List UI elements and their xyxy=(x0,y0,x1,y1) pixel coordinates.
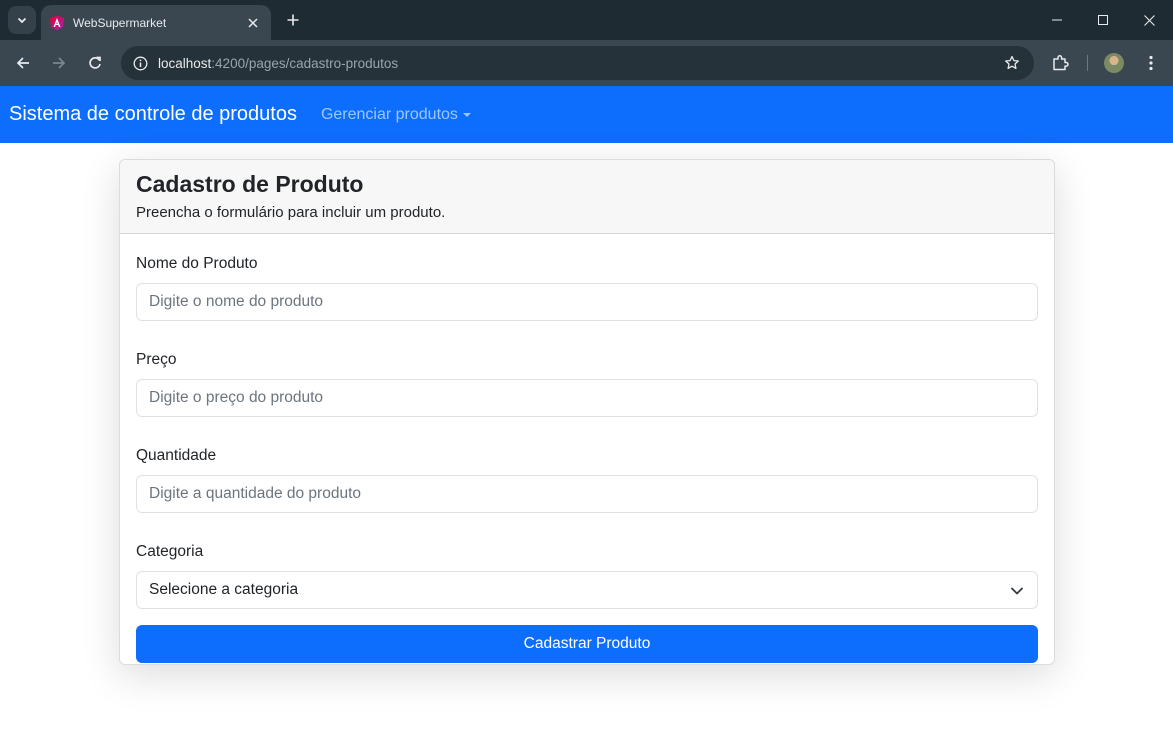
card-body: Nome do Produto Preço Quantidade Categor… xyxy=(120,234,1054,663)
name-label: Nome do Produto xyxy=(136,255,258,272)
address-bar[interactable]: localhost:4200/pages/cadastro-produtos xyxy=(121,46,1034,80)
tab-search-button[interactable] xyxy=(8,6,36,34)
angular-favicon-icon xyxy=(50,15,64,30)
product-form-card: Cadastro de Produto Preencha o formulári… xyxy=(119,159,1055,665)
extensions-icon xyxy=(1053,54,1069,71)
browser-titlebar: WebSupermarket xyxy=(0,0,1173,40)
caret-down-icon xyxy=(462,113,471,117)
minimize-icon xyxy=(1052,19,1062,21)
tab-title: WebSupermarket xyxy=(73,15,167,30)
plus-icon xyxy=(287,14,299,26)
quantity-field-group: Quantidade xyxy=(136,446,1038,513)
name-field-group: Nome do Produto xyxy=(136,254,1038,321)
forward-icon xyxy=(53,57,66,69)
category-selected-value: Selecione a categoria xyxy=(149,581,299,598)
reload-icon xyxy=(89,56,101,69)
chevron-down-icon xyxy=(1011,587,1023,595)
quantity-label: Quantidade xyxy=(136,447,217,464)
browser-menu-button[interactable] xyxy=(1141,51,1161,75)
reload-button[interactable] xyxy=(82,50,108,76)
minimize-button[interactable] xyxy=(1034,0,1080,40)
product-quantity-input[interactable] xyxy=(136,475,1038,513)
category-field-group: Categoria Selecione a categoria xyxy=(136,542,1038,609)
back-icon xyxy=(16,57,29,69)
card-header: Cadastro de Produto Preencha o formulári… xyxy=(120,160,1054,234)
category-select[interactable]: Selecione a categoria xyxy=(136,571,1038,609)
url-text: localhost:4200/pages/cadastro-produtos xyxy=(158,56,398,71)
toolbar-separator xyxy=(1087,55,1088,71)
star-icon xyxy=(1005,55,1019,70)
new-tab-button[interactable] xyxy=(282,9,304,31)
product-price-input[interactable] xyxy=(136,379,1038,417)
info-icon xyxy=(133,56,147,70)
category-label: Categoria xyxy=(136,543,204,560)
close-icon[interactable] xyxy=(245,15,261,31)
forward-button[interactable] xyxy=(46,50,72,76)
manage-products-dropdown[interactable]: Gerenciar produtos xyxy=(321,106,471,124)
url-path: :4200/pages/cadastro-produtos xyxy=(211,55,399,71)
maximize-button[interactable] xyxy=(1080,0,1126,40)
profile-avatar[interactable] xyxy=(1104,53,1124,73)
maximize-icon xyxy=(1098,15,1108,25)
browser-tab[interactable]: WebSupermarket xyxy=(41,5,271,40)
close-window-button[interactable] xyxy=(1126,0,1172,40)
more-icon xyxy=(1149,55,1153,71)
price-label: Preço xyxy=(136,351,177,368)
product-name-input[interactable] xyxy=(136,283,1038,321)
card-title: Cadastro de Produto xyxy=(136,171,364,197)
price-field-group: Preço xyxy=(136,350,1038,417)
chevron-down-icon xyxy=(17,17,27,24)
card-subtitle: Preencha o formulário para incluir um pr… xyxy=(136,204,446,221)
app-navbar: Sistema de controle de produtos Gerencia… xyxy=(0,86,1173,143)
page-viewport: Sistema de controle de produtos Gerencia… xyxy=(0,86,1173,743)
extensions-button[interactable] xyxy=(1048,51,1072,75)
browser-toolbar: localhost:4200/pages/cadastro-produtos xyxy=(0,40,1173,86)
submit-product-button[interactable]: Cadastrar Produto xyxy=(136,625,1038,663)
url-host: localhost xyxy=(158,55,212,71)
dropdown-label: Gerenciar produtos xyxy=(320,105,458,123)
bookmark-button[interactable] xyxy=(1002,53,1022,73)
site-info-button[interactable] xyxy=(123,46,157,80)
navbar-brand[interactable]: Sistema de controle de produtos xyxy=(9,103,297,126)
back-button[interactable] xyxy=(10,50,36,76)
close-window-icon xyxy=(1143,14,1155,26)
